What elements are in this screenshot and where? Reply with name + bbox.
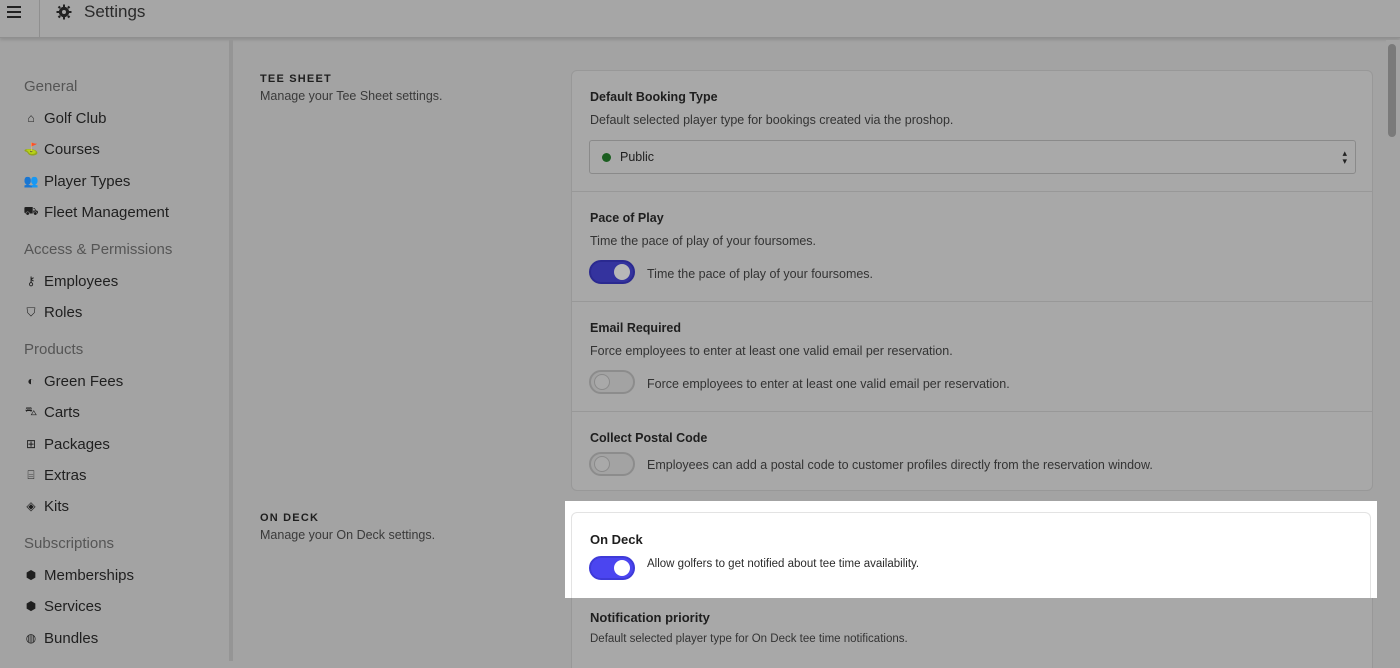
clubhouse-icon: ⌂ [27, 111, 35, 125]
scrollbar-thumb[interactable] [1388, 44, 1396, 137]
section-title-tee-sheet: TEE SHEET [260, 73, 332, 85]
sidebar-item-extras[interactable]: ⌸ Extras [24, 465, 87, 485]
sidebar-item-player-types[interactable]: 👥 Player Types [23, 171, 131, 191]
sidebar-item-label: Carts [44, 403, 80, 421]
on-deck-label: On Deck [590, 532, 643, 547]
on-deck-highlight: On Deck Allow golfers to get notified ab… [565, 501, 1377, 598]
postal-code-row: Collect Postal Code Employees can add a … [572, 411, 1372, 491]
nav-section-subscriptions: Subscriptions [24, 535, 115, 552]
default-booking-help: Default selected player type for booking… [590, 113, 954, 127]
section-title-on-deck: ON DECK [260, 512, 320, 524]
shield-icon: ⛉ [26, 304, 36, 319]
sidebar-item-label: Courses [44, 140, 100, 158]
golfer-icon: ⛳ [23, 142, 39, 156]
globe-icon: ◐ [27, 374, 35, 388]
on-deck-card: On Deck Allow golfers to get notified ab… [571, 512, 1371, 598]
status-dot [602, 153, 611, 162]
booking-type-select[interactable]: Public ▴ ▾ [589, 140, 1356, 174]
golf-cart-icon: ⛍ [24, 404, 38, 418]
badge-icon: ⬢ [25, 568, 37, 582]
email-required-row: Email Required Force employees to enter … [572, 301, 1372, 411]
section-desc-on-deck: Manage your On Deck settings. [260, 528, 436, 542]
sidebar-item-label: Kits [44, 497, 70, 515]
sidebar-item-label: Green Fees [44, 372, 124, 390]
sidebar-item-label: Employees [44, 272, 119, 290]
email-required-toggle-text: Force employees to enter at least one va… [647, 377, 1010, 391]
sidebar-divider [229, 40, 233, 661]
section-desc-tee-sheet: Manage your Tee Sheet settings. [260, 89, 443, 103]
sidebar-item-label: Memberships [44, 566, 135, 584]
page-title-text: Settings [84, 2, 146, 21]
layers-icon: ◍ [25, 631, 37, 645]
cart-icon: ⛟ [23, 204, 39, 218]
top-bar: Settings [0, 0, 1400, 38]
sidebar-item-green-fees[interactable]: ◐ Green Fees [24, 371, 123, 391]
postal-code-toggle[interactable] [589, 452, 635, 476]
notification-priority-label: Notification priority [590, 610, 710, 625]
tee-sheet-card: Default Booking Type Default selected pl… [571, 70, 1373, 491]
sidebar-item-courses[interactable]: ⛳ Courses [24, 139, 100, 159]
sidebar-item-golf-club[interactable]: ⌂ Golf Club [24, 108, 107, 128]
pace-of-play-row: Pace of Play Time the pace of play of yo… [572, 191, 1372, 301]
sidebar-item-kits[interactable]: ◈ Kits [24, 496, 69, 516]
page-title: Settings [56, 2, 145, 22]
gift-icon: ⊞ [25, 437, 37, 451]
sidebar-item-label: Services [44, 597, 102, 615]
box-icon: ◈ [26, 499, 36, 513]
badge-icon: ⬢ [25, 599, 37, 613]
email-required-help: Force employees to enter at least one va… [590, 344, 953, 358]
sidebar-item-label: Player Types [44, 172, 131, 190]
pace-of-play-label: Pace of Play [590, 211, 664, 225]
gear-icon [56, 4, 72, 20]
pace-of-play-toggle[interactable] [589, 260, 635, 284]
notification-priority-card: Notification priority Default selected p… [571, 598, 1373, 668]
email-required-toggle[interactable] [589, 370, 635, 394]
sidebar-item-packages[interactable]: ⊞ Packages [24, 434, 110, 454]
notification-priority-help: Default selected player type for On Deck… [590, 633, 908, 645]
nav-section-general: General [24, 78, 78, 95]
sidebar-item-services[interactable]: ⬢ Services [24, 596, 102, 616]
sidebar-item-label: Extras [44, 466, 87, 484]
nav-section-products: Products [24, 341, 84, 358]
sidebar-item-memberships[interactable]: ⬢ Memberships [24, 565, 134, 585]
on-deck-toggle-text: Allow golfers to get notified about tee … [647, 558, 920, 570]
default-booking-label: Default Booking Type [590, 90, 718, 104]
sidebar-item-label: Golf Club [44, 109, 107, 127]
nav-section-access: Access & Permissions [24, 241, 173, 258]
users-icon: 👥 [23, 174, 39, 188]
on-deck-toggle[interactable] [589, 556, 635, 580]
pace-of-play-toggle-text: Time the pace of play of your foursomes. [647, 267, 874, 281]
sidebar-item-label: Fleet Management [44, 203, 170, 221]
sidebar-item-label: Roles [44, 303, 83, 321]
sidebar-item-label: Packages [44, 435, 110, 453]
store-icon: ⌸ [27, 467, 35, 482]
sidebar-item-carts[interactable]: ⛍ Carts [24, 402, 80, 422]
key-icon: ⚷ [26, 274, 36, 288]
postal-code-toggle-text: Employees can add a postal code to custo… [647, 458, 1153, 472]
booking-type-value: Public [620, 150, 655, 164]
sidebar-item-fleet-management[interactable]: ⛟ Fleet Management [23, 202, 170, 222]
pace-of-play-help: Time the pace of play of your foursomes. [590, 234, 817, 248]
sidebar-item-roles[interactable]: ⛉ Roles [24, 302, 82, 322]
sidebar-item-label: Bundles [44, 629, 99, 647]
postal-code-label: Collect Postal Code [590, 431, 708, 445]
sidebar-item-bundles[interactable]: ◍ Bundles [24, 628, 98, 648]
sidebar-item-employees[interactable]: ⚷ Employees [24, 271, 119, 291]
hamburger-icon[interactable] [0, 0, 40, 37]
select-chevron-icon: ▴ ▾ [1342, 148, 1347, 166]
email-required-label: Email Required [590, 321, 681, 335]
